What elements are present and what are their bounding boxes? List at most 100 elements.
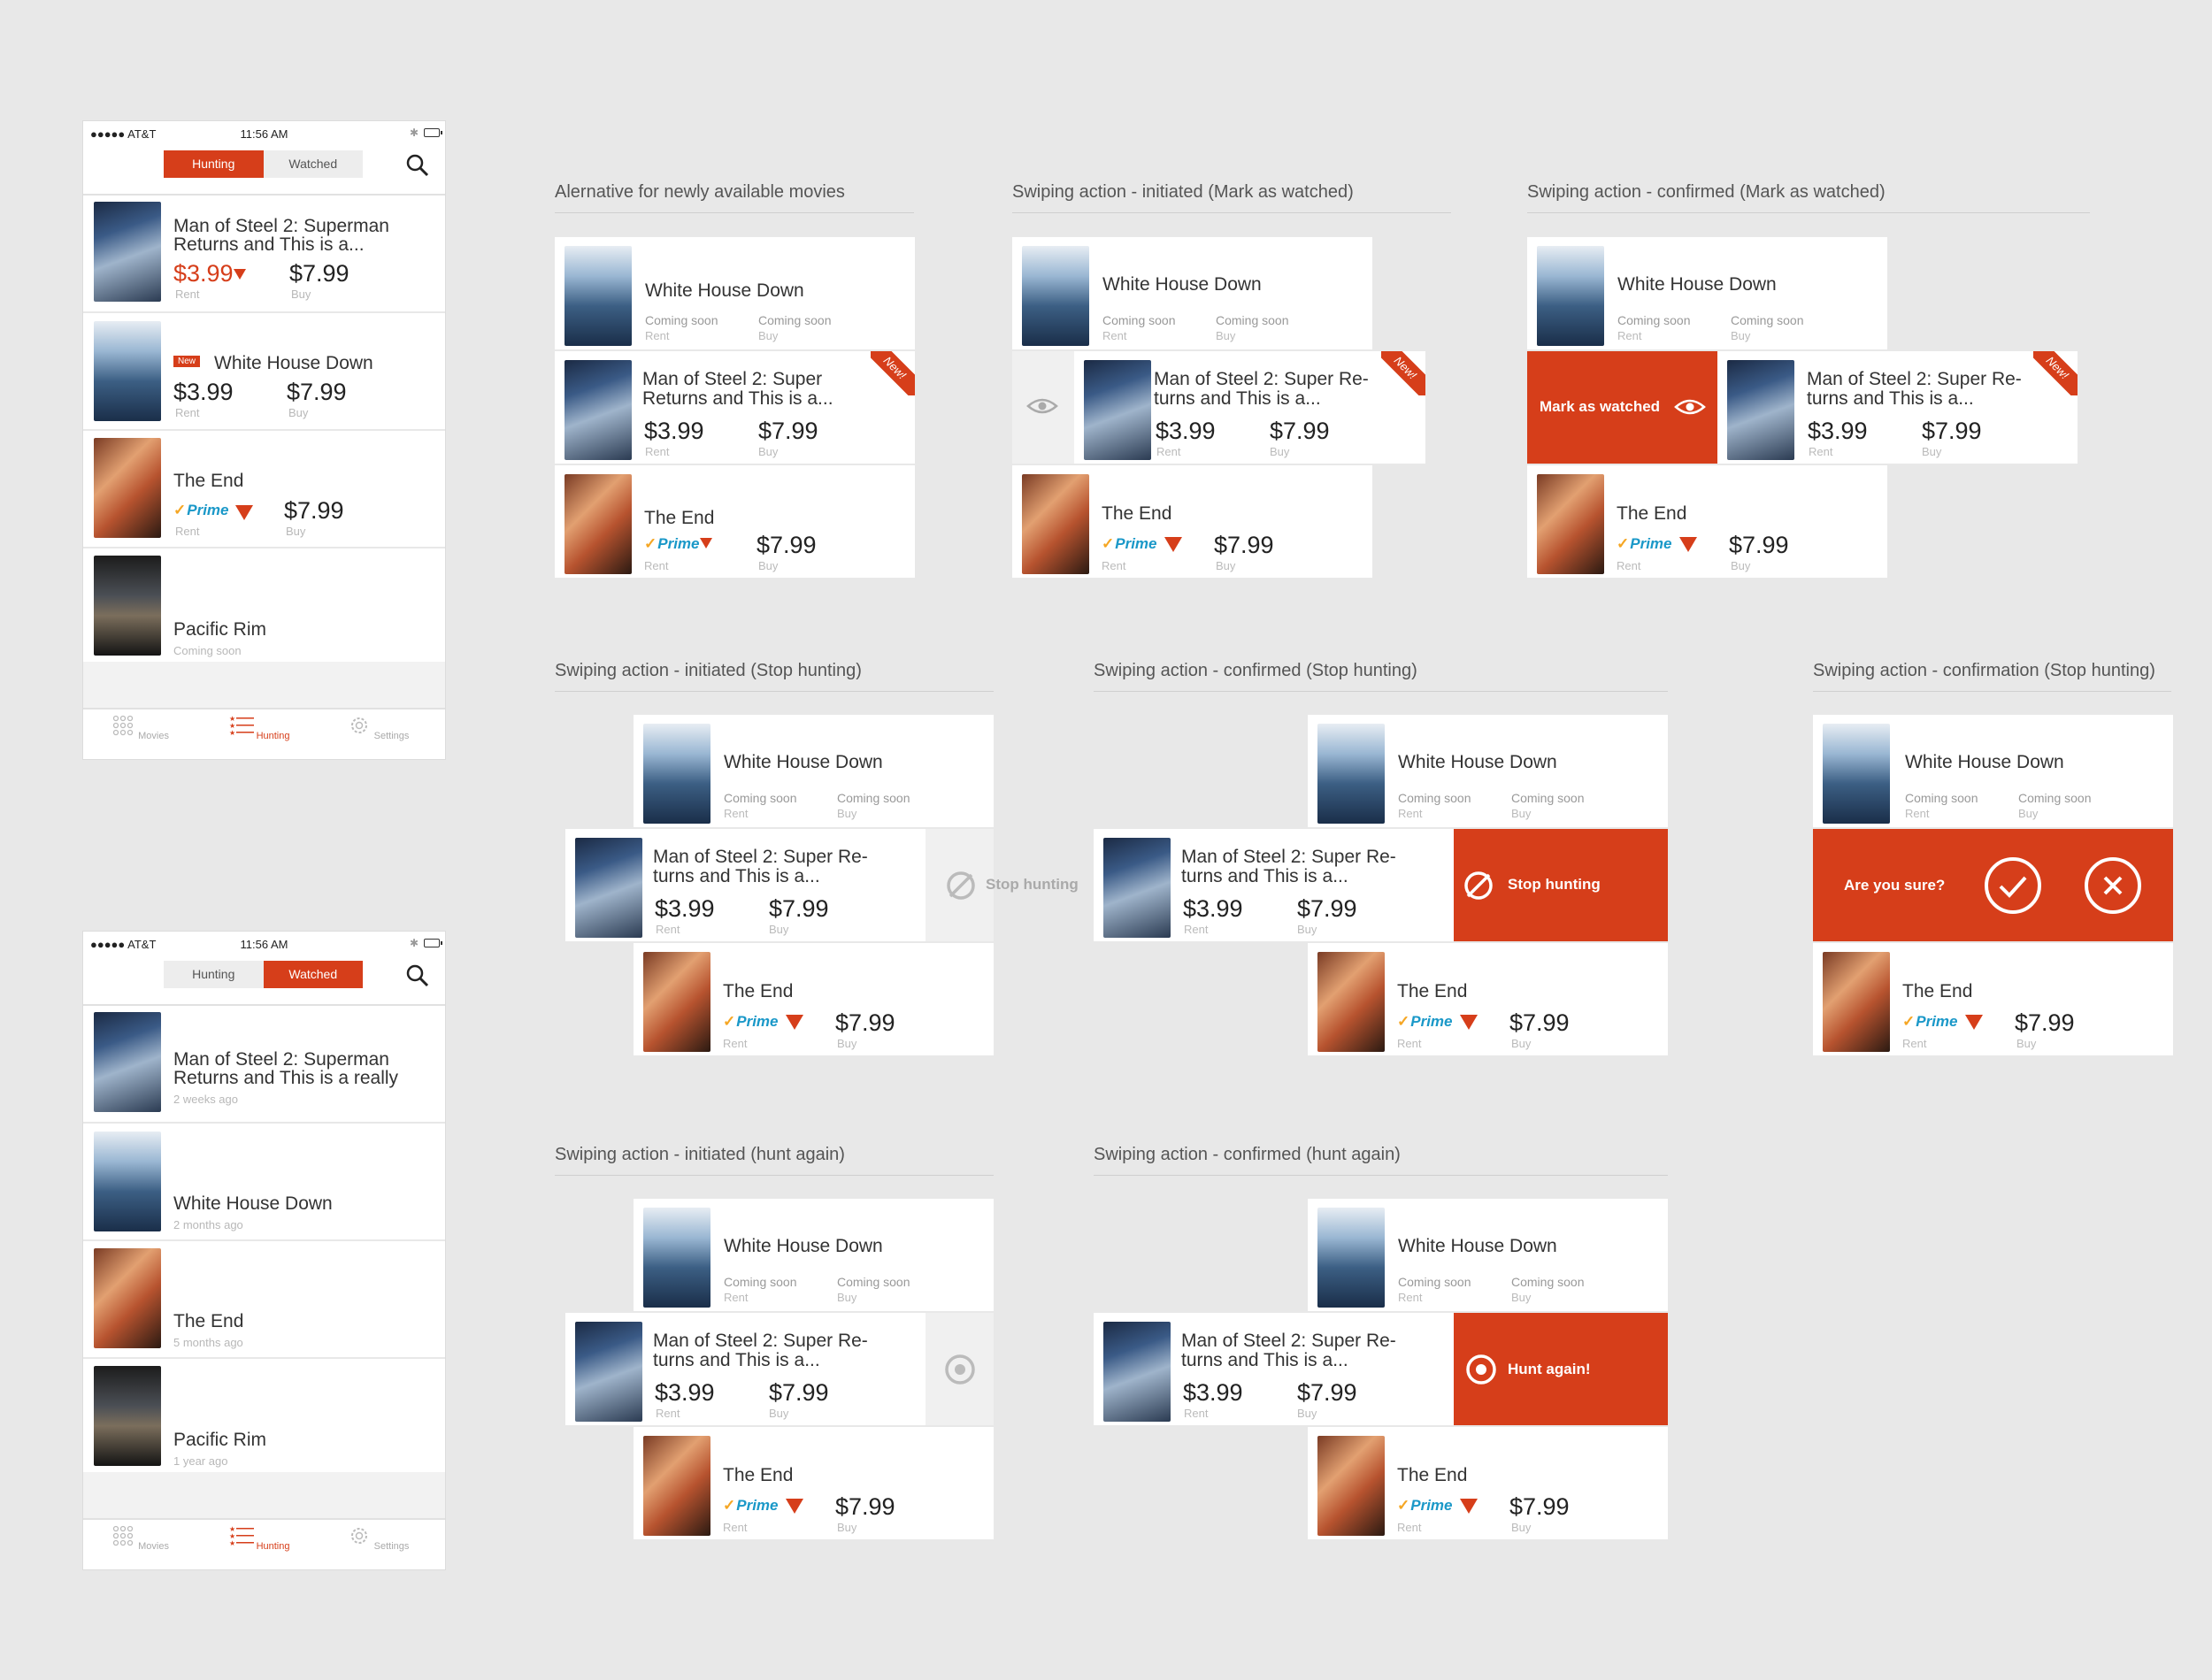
search-icon[interactable] bbox=[406, 154, 429, 177]
movie-title: White House Down bbox=[1905, 752, 2064, 772]
movie-title: Man of Steel 2: Super Re- bbox=[1807, 369, 2022, 389]
swipe-action-mark-watched[interactable]: Mark as watched bbox=[1527, 351, 1717, 464]
buy-price: $7.99 bbox=[1214, 532, 1274, 558]
watched-date: 2 months ago bbox=[173, 1218, 243, 1231]
rent-label: Rent bbox=[1102, 559, 1126, 572]
rent-label: Rent bbox=[656, 1407, 680, 1420]
eye-icon bbox=[1026, 398, 1058, 414]
watched-date: 1 year ago bbox=[173, 1454, 228, 1468]
price-drop-icon bbox=[700, 538, 712, 548]
rent-label: Rent bbox=[1617, 559, 1641, 572]
divider bbox=[1012, 212, 1451, 213]
list-item[interactable]: The End ✓Prime $7.99 Rent Buy bbox=[83, 431, 445, 548]
buy-price: $7.99 bbox=[758, 418, 818, 444]
list-item[interactable]: White House Down Coming soon Coming soon… bbox=[1308, 715, 1668, 827]
list-item[interactable]: The End ✓Prime $7.99 Rent Buy bbox=[1527, 465, 1887, 578]
buy-label: Buy bbox=[1731, 559, 1751, 572]
status-bar: ●●●●● AT&T 11:56 AM ✱ bbox=[83, 121, 445, 146]
list-item[interactable]: The End ✓Prime $7.99 Rent Buy bbox=[634, 1427, 994, 1539]
list-item[interactable]: The End ✓Prime $7.99 Rent Buy bbox=[1308, 943, 1668, 1055]
tab-hunting[interactable]: Hunting bbox=[164, 961, 264, 988]
list-item[interactable]: White House Down Coming soon Coming soon… bbox=[1308, 1199, 1668, 1311]
tab-hunting-nav[interactable]: ★ ★ ★ Hunting bbox=[215, 1525, 303, 1552]
rent-price: $3.99 bbox=[1183, 895, 1243, 922]
status-bar: ●●●●● AT&T 11:56 AM ✱ bbox=[83, 932, 445, 956]
list-item[interactable]: The End ✓Prime $7.99 Rent Buy bbox=[1813, 943, 2173, 1055]
rent-label: Rent bbox=[175, 525, 200, 538]
prime-badge: ✓Prime bbox=[1397, 1013, 1453, 1030]
cancel-x-icon[interactable] bbox=[2084, 856, 2142, 915]
battery-icon bbox=[424, 128, 442, 137]
tab-hunting-nav[interactable]: ★ ★ ★ Hunting bbox=[215, 715, 303, 741]
phone-hunting: ●●●●● AT&T 11:56 AM ✱ Hunting Watched Ma… bbox=[83, 121, 445, 759]
tab-bar: Movies ★ ★ ★ Hunting Settings bbox=[83, 708, 445, 759]
list-item[interactable]: Man of Steel 2: Superman Returns and Thi… bbox=[83, 1006, 445, 1124]
list-item[interactable]: Pacific Rim 1 year ago bbox=[83, 1359, 445, 1475]
watched-date: 2 weeks ago bbox=[173, 1093, 238, 1106]
tab-settings-nav[interactable]: Settings bbox=[334, 715, 422, 741]
list-item[interactable]: White House Down Coming soon Coming soon… bbox=[1527, 237, 1887, 349]
tab-movies[interactable]: Movies bbox=[96, 715, 184, 741]
list-item[interactable]: The End ✓Prime $7.99 Rent Buy bbox=[1012, 465, 1372, 578]
list-item[interactable]: Man of Steel 2: Super Re- turns and This… bbox=[1717, 351, 2078, 464]
swipe-action-hunt-again[interactable]: Hunt again! bbox=[1454, 1313, 1668, 1425]
swipe-action-stop-hunting[interactable]: Stop hunting bbox=[926, 829, 1079, 941]
movie-title: White House Down bbox=[1102, 274, 1262, 295]
list-item[interactable]: Man of Steel 2: Super Returns and This i… bbox=[555, 351, 915, 464]
rent-price: $3.99 bbox=[173, 260, 234, 287]
list-item[interactable]: White House Down 2 months ago bbox=[83, 1124, 445, 1241]
list-item[interactable]: Pacific Rim Coming soon bbox=[83, 548, 445, 664]
list-item[interactable]: White House Down Coming soon Coming soon… bbox=[1012, 237, 1372, 349]
list-item[interactable]: The End ✓Prime $7.99 Rent Buy bbox=[1308, 1427, 1668, 1539]
empty-area bbox=[83, 1472, 445, 1520]
list-item[interactable]: Man of Steel 2: Super Re- turns and This… bbox=[565, 1313, 926, 1425]
rent-label: Rent bbox=[1156, 445, 1181, 458]
clock: 11:56 AM bbox=[240, 127, 288, 141]
list-item[interactable]: White House Down Coming soon Coming soon… bbox=[634, 715, 994, 827]
rent-label: Rent bbox=[656, 923, 680, 936]
list-item[interactable]: Man of Steel 2: Super Re- turns and This… bbox=[1094, 1313, 1454, 1425]
movie-title: Man of Steel 2: Superman bbox=[173, 1049, 389, 1070]
list-item[interactable]: The End ✓Prime $7.99 Rent Buy bbox=[555, 465, 915, 578]
tab-watched[interactable]: Watched bbox=[264, 150, 364, 178]
list-item[interactable]: Man of Steel 2: Superman Returns and Thi… bbox=[83, 196, 445, 313]
movie-title-line2: Returns and This is a really bbox=[173, 1068, 399, 1088]
poster-man-of-steel bbox=[575, 838, 642, 938]
list-item[interactable]: White House Down Coming soon Coming soon… bbox=[1813, 715, 2173, 827]
swipe-action-stop-hunting[interactable]: Stop hunting bbox=[1454, 829, 1668, 941]
list-item[interactable]: White House Down Coming soon Coming soon… bbox=[634, 1199, 994, 1311]
phone-watched: ●●●●● AT&T 11:56 AM ✱ Hunting Watched Ma… bbox=[83, 932, 445, 1569]
list-item[interactable]: New White House Down $3.99 $7.99 Rent Bu… bbox=[83, 313, 445, 431]
list-item[interactable]: The End ✓Prime $7.99 Rent Buy bbox=[634, 943, 994, 1055]
buy-price: $7.99 bbox=[1297, 895, 1357, 922]
rent-price: $3.99 bbox=[655, 895, 715, 922]
poster-the-end bbox=[1317, 952, 1385, 1052]
grid-icon bbox=[112, 715, 134, 736]
list-item[interactable]: Man of Steel 2: Super Re- turns and This… bbox=[1074, 351, 1425, 464]
tab-watched[interactable]: Watched bbox=[263, 961, 363, 988]
tab-settings-nav[interactable]: Settings bbox=[334, 1525, 422, 1552]
movie-title: The End bbox=[723, 981, 794, 1001]
price-drop-icon bbox=[1965, 1015, 1983, 1030]
swipe-action-hunt-again[interactable] bbox=[926, 1313, 994, 1425]
swipe-action-mark-watched[interactable] bbox=[1012, 351, 1074, 464]
tab-hunting[interactable]: Hunting bbox=[164, 150, 264, 178]
rent-label: Rent bbox=[724, 807, 749, 820]
poster-the-end bbox=[1537, 474, 1604, 574]
movie-title: Man of Steel 2: Super Re- bbox=[1181, 1331, 1396, 1351]
buy-status: Coming soon bbox=[758, 313, 832, 327]
list-item[interactable]: The End 5 months ago bbox=[83, 1241, 445, 1359]
new-ribbon: New! bbox=[1381, 351, 1425, 395]
list-item[interactable]: Man of Steel 2: Super Re- turns and This… bbox=[1094, 829, 1454, 941]
rent-label: Rent bbox=[1902, 1037, 1927, 1050]
movie-title: The End bbox=[173, 1311, 244, 1331]
section-title: Swiping action - initiated (Mark as watc… bbox=[1012, 182, 1354, 202]
rent-label: Rent bbox=[644, 559, 669, 572]
list-item[interactable]: White House Down Coming soon Coming soon… bbox=[555, 237, 915, 349]
list-item[interactable]: Man of Steel 2: Super Re- turns and This… bbox=[565, 829, 926, 941]
movie-title: The End bbox=[1617, 503, 1687, 524]
tab-movies[interactable]: Movies bbox=[96, 1525, 184, 1552]
movie-title: White House Down bbox=[724, 752, 883, 772]
search-icon[interactable] bbox=[406, 964, 429, 987]
confirm-check-icon[interactable] bbox=[1984, 856, 2042, 915]
